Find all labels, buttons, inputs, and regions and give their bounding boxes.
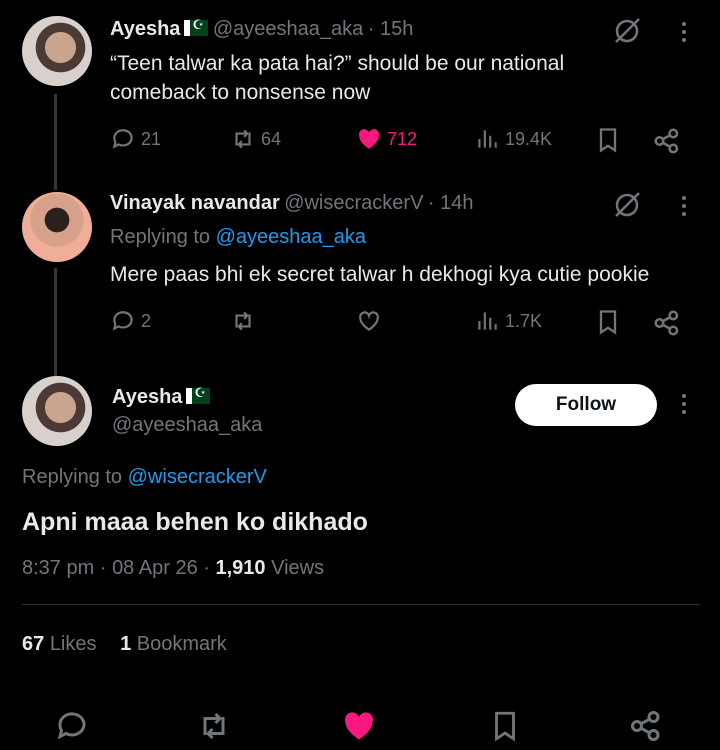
- grok-icon[interactable]: [612, 16, 642, 46]
- main-tweet-text: Apni maaa behen ko dikhado: [22, 508, 368, 536]
- post-time[interactable]: 8:37 pm: [22, 557, 94, 579]
- follow-button[interactable]: Follow: [515, 384, 657, 426]
- views-count: 19.4K: [505, 128, 553, 149]
- replying-handle[interactable]: @wisecrackerV: [128, 466, 267, 488]
- pakistan-flag-icon: [186, 385, 211, 404]
- like-count: 712: [387, 128, 418, 149]
- tweet1-header: Ayesha @ayeeshaa_aka · 15h: [110, 17, 414, 41]
- likes-stat[interactable]: 67 Likes: [22, 633, 97, 655]
- replying-handle[interactable]: @ayeeshaa_aka: [216, 226, 366, 248]
- views-button[interactable]: 1.7K: [474, 308, 542, 334]
- avatar[interactable]: [22, 192, 92, 262]
- divider: [22, 604, 700, 605]
- reply-count: 21: [141, 128, 162, 149]
- tweet-time[interactable]: · 15h: [368, 18, 414, 40]
- bookmark-icon[interactable]: [488, 708, 522, 744]
- reply-count: 2: [141, 310, 152, 331]
- replying-to: Replying to @wisecrackerV: [22, 466, 267, 489]
- reply-icon: [112, 129, 133, 149]
- bookmark-icon[interactable]: [594, 308, 622, 336]
- more-icon[interactable]: [682, 196, 688, 216]
- replying-prefix: Replying to: [110, 226, 211, 248]
- likes-label: Likes: [49, 633, 97, 655]
- repost-icon: [235, 311, 251, 331]
- views-count: 1.7K: [505, 310, 543, 331]
- engagement-stats: 67 Likes 1 Bookmark: [22, 633, 227, 656]
- share-icon[interactable]: [652, 308, 682, 338]
- replying-prefix: Replying to: [22, 466, 123, 488]
- tweet-text: “Teen talwar ka pata hai?” should be our…: [110, 49, 564, 107]
- bookmark-icon[interactable]: [594, 126, 622, 154]
- views-icon: [478, 312, 497, 330]
- views-icon: [478, 130, 497, 148]
- reply-icon: [112, 311, 133, 331]
- like-icon: [359, 311, 379, 331]
- like-button[interactable]: 712: [356, 126, 417, 152]
- author-name[interactable]: Ayesha: [112, 386, 182, 408]
- repost-icon[interactable]: [196, 708, 232, 744]
- views-count: 1,910: [215, 557, 266, 579]
- reply-button[interactable]: 21: [110, 126, 161, 152]
- bookmarks-stat[interactable]: 1 Bookmark: [120, 633, 227, 655]
- views-button[interactable]: 19.4K: [474, 126, 552, 152]
- post-date[interactable]: 08 Apr 26: [112, 557, 198, 579]
- repost-icon: [235, 129, 251, 149]
- tweet-timestamp: 8:37 pm · 08 Apr 26 · 1,910 Views: [22, 557, 325, 579]
- bookmarks-label: Bookmark: [136, 633, 227, 655]
- pakistan-flag-icon: [184, 17, 209, 36]
- reply-button[interactable]: 2: [110, 308, 151, 334]
- main-author-name-row: Ayesha: [112, 385, 211, 409]
- tweet2-header: Vinayak navandar @wisecrackerV · 14h: [110, 192, 473, 215]
- tweet-text: Mere paas bhi ek secret talwar h dekhogi…: [110, 263, 650, 286]
- author-name[interactable]: Vinayak navandar: [110, 192, 280, 214]
- views-label: Views: [271, 557, 325, 579]
- reply-icon[interactable]: [54, 708, 90, 744]
- thread-line: [54, 94, 57, 190]
- avatar[interactable]: [22, 376, 92, 446]
- author-handle[interactable]: @ayeeshaa_aka: [112, 414, 262, 437]
- avatar[interactable]: [22, 16, 92, 86]
- like-button[interactable]: [356, 308, 382, 334]
- more-icon[interactable]: [682, 394, 688, 414]
- bookmarks-count: 1: [120, 633, 132, 655]
- author-handle[interactable]: @wisecrackerV: [284, 192, 423, 214]
- repost-count: 64: [261, 128, 282, 149]
- tweet-time[interactable]: · 14h: [428, 192, 474, 214]
- like-icon[interactable]: [340, 708, 378, 744]
- like-icon: [358, 129, 380, 149]
- repost-button[interactable]: 64: [230, 126, 281, 152]
- author-name[interactable]: Ayesha: [110, 18, 180, 40]
- thread-line: [54, 268, 57, 378]
- tweet-text-line: comeback to nonsense now: [110, 81, 371, 104]
- share-icon[interactable]: [628, 708, 664, 744]
- more-icon[interactable]: [682, 22, 688, 42]
- replying-to: Replying to @ayeeshaa_aka: [110, 226, 366, 249]
- grok-icon[interactable]: [612, 190, 642, 220]
- likes-count: 67: [22, 633, 45, 655]
- repost-button[interactable]: [230, 308, 256, 334]
- share-icon[interactable]: [652, 126, 682, 156]
- tweet-text-line: “Teen talwar ka pata hai?” should be our…: [110, 52, 565, 75]
- author-handle[interactable]: @ayeeshaa_aka: [213, 18, 363, 40]
